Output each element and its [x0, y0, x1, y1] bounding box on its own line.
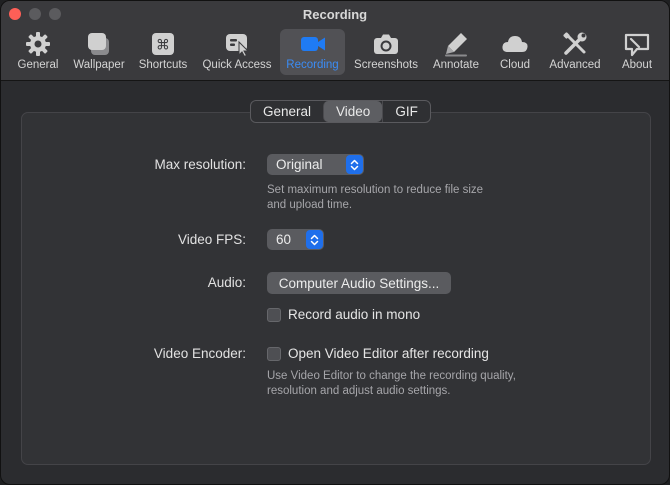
hint-line: resolution and adjust audio settings.: [267, 385, 451, 397]
svg-text:⌘: ⌘: [156, 38, 170, 54]
toolbar-item-label: Screenshots: [354, 59, 418, 71]
command-key-icon: ⌘: [152, 33, 174, 55]
quick-access-icon: [226, 34, 250, 57]
checkbox-label: Record audio in mono: [288, 307, 421, 322]
audio-label: Audio:: [207, 275, 246, 290]
hint-line: Set maximum resolution to reduce file si…: [267, 184, 484, 196]
tab-general[interactable]: General: [251, 101, 323, 122]
chevron-up-down-icon: [306, 230, 323, 249]
open-video-editor-checkbox[interactable]: Open Video Editor after recording: [267, 346, 489, 361]
camera-icon: [374, 34, 398, 54]
toolbar-item-shortcuts[interactable]: ⌘ Shortcuts: [135, 29, 191, 75]
wallpaper-icon: [88, 33, 109, 55]
video-fps-popup[interactable]: 60: [267, 229, 324, 250]
pencil-icon: [445, 33, 467, 57]
titlebar: Recording General Wallpaper ⌘ Shortcuts …: [1, 1, 669, 81]
tools-icon: [563, 32, 587, 55]
preferences-window: Recording General Wallpaper ⌘ Shortcuts …: [0, 0, 670, 485]
toolbar-item-label: Recording: [286, 59, 339, 71]
about-icon: [624, 33, 650, 57]
toolbar-item-label: Shortcuts: [138, 59, 188, 71]
chevron-up-down-icon: [346, 155, 363, 174]
toolbar-item-recording[interactable]: Recording: [280, 29, 345, 75]
max-resolution-hint: Set maximum resolution to reduce file si…: [267, 183, 483, 213]
toolbar-item-annotate[interactable]: Annotate: [429, 29, 483, 75]
toolbar-item-label: Cloud: [499, 59, 531, 71]
hint-line: Use Video Editor to change the recording…: [267, 370, 516, 382]
record-audio-mono-checkbox[interactable]: Record audio in mono: [267, 307, 420, 322]
toolbar-item-label: Annotate: [432, 59, 480, 71]
video-encoder-hint: Use Video Editor to change the recording…: [267, 369, 516, 399]
tab-gif[interactable]: GIF: [382, 101, 430, 122]
toolbar-item-quick-access[interactable]: Quick Access: [199, 29, 275, 75]
video-fps-value: 60: [276, 232, 292, 247]
toolbar-item-about[interactable]: About: [615, 29, 659, 75]
tab-video[interactable]: Video: [323, 101, 383, 122]
toolbar-item-label: Quick Access: [202, 59, 272, 71]
toolbar-item-label: General: [17, 59, 59, 71]
preferences-toolbar: General Wallpaper ⌘ Shortcuts Quick Acce…: [1, 27, 669, 77]
video-encoder-label: Video Encoder:: [153, 346, 246, 361]
settings-tab-bar: General Video GIF: [250, 100, 431, 123]
checkbox-label: Open Video Editor after recording: [288, 346, 489, 361]
video-camera-icon: [300, 37, 325, 51]
toolbar-item-cloud[interactable]: Cloud: [493, 29, 537, 75]
toolbar-item-label: Wallpaper: [73, 59, 125, 71]
toolbar-item-general[interactable]: General: [9, 29, 67, 75]
toolbar-item-advanced[interactable]: Advanced: [547, 29, 603, 75]
window-title: Recording: [302, 7, 368, 22]
toolbar-item-screenshots[interactable]: Screenshots: [351, 29, 421, 75]
max-resolution-value: Original: [276, 157, 323, 172]
max-resolution-popup[interactable]: Original: [267, 154, 364, 175]
checkbox-box[interactable]: [267, 307, 281, 322]
toolbar-item-wallpaper[interactable]: Wallpaper: [69, 29, 129, 75]
video-fps-label: Video FPS:: [177, 232, 246, 247]
toolbar-item-label: Advanced: [549, 59, 601, 71]
computer-audio-settings-button[interactable]: Computer Audio Settings...: [267, 272, 451, 294]
cloud-icon: [502, 36, 528, 52]
hint-line: and upload time.: [267, 199, 353, 211]
gear-icon: [26, 32, 50, 56]
max-resolution-label: Max resolution:: [154, 157, 246, 172]
checkbox-box[interactable]: [267, 346, 281, 361]
toolbar-item-label: About: [621, 59, 653, 71]
